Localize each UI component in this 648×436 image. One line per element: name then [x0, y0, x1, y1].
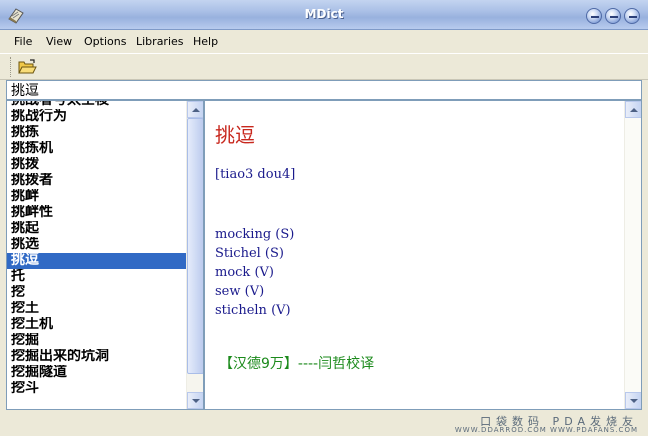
minimize-button[interactable] [586, 8, 602, 24]
word-list-item[interactable]: 挑拣机 [7, 141, 187, 157]
menu-options[interactable]: Options [84, 35, 126, 48]
toolbar-grip[interactable] [10, 57, 13, 77]
maximize-button[interactable] [605, 8, 621, 24]
open-folder-icon [18, 59, 37, 74]
word-list-item[interactable]: 挖土机 [7, 317, 187, 333]
definition-source: 【汉德9万】----闫哲校译 [219, 356, 375, 372]
scroll-down-button[interactable] [625, 392, 641, 409]
word-list-item[interactable]: 挑衅性 [7, 205, 187, 221]
word-list[interactable]: 挑战者号太空梭 挑战行为 挑拣 挑拣机 挑拨 挑拨者 挑衅 挑衅性 挑起 挑选 挑逗托挖挖土 挖土机挖… [6, 100, 204, 410]
toolbar [0, 53, 648, 80]
definition-pinyin: [tiao3 dou4] [215, 167, 296, 182]
definition-translations: mocking (S) Stichel (S) mock (V) sew (V)… [215, 225, 294, 320]
title-bar[interactable]: MDict [0, 0, 648, 30]
word-list-item[interactable]: 挖土 [7, 301, 187, 317]
word-list-items: 挑战者号太空梭 挑战行为 挑拣 挑拣机 挑拨 挑拨者 挑衅 挑衅性 挑起 挑选 挑逗托挖挖土 挖土机挖… [7, 101, 187, 397]
definition-headword: 挑逗 [215, 123, 255, 147]
word-list-item[interactable]: 挑拨者 [7, 173, 187, 189]
word-list-item[interactable]: 托 [7, 269, 187, 285]
scroll-down-button[interactable] [187, 392, 203, 409]
open-folder-button[interactable] [18, 58, 38, 76]
status-bar: 口袋数码 PDA发烧友 WWW.DDARROD.COM WWW.PDAFANS.… [0, 410, 648, 436]
translation-line: sticheln (V) [215, 303, 291, 318]
menu-help[interactable]: Help [193, 35, 218, 48]
translation-line: Stichel (S) [215, 246, 284, 261]
word-list-item[interactable]: 挑逗 [7, 253, 187, 269]
close-button[interactable] [624, 8, 640, 24]
word-list-item[interactable]: 挑拣 [7, 125, 187, 141]
word-list-item[interactable]: 挑选 [7, 237, 187, 253]
word-list-item[interactable]: 挖掘出来的坑洞 [7, 349, 187, 365]
word-list-item[interactable]: 挑战行为 [7, 109, 187, 125]
word-list-item[interactable]: 挑战者号太空梭 [7, 101, 187, 109]
word-list-scrollbar[interactable] [186, 101, 203, 409]
menu-bar: File View Options Libraries Help [0, 30, 648, 52]
definition-scrollbar[interactable] [624, 101, 641, 409]
word-list-item[interactable]: 挖掘 [7, 333, 187, 349]
scroll-up-button[interactable] [187, 101, 203, 118]
translation-line: sew (V) [215, 284, 265, 299]
word-list-item[interactable]: 挖 [7, 285, 187, 301]
scroll-thumb[interactable] [187, 118, 203, 374]
translation-line: mock (V) [215, 265, 274, 280]
watermark-url: WWW.DDARROD.COM WWW.PDAFANS.COM [454, 426, 638, 434]
menu-view[interactable]: View [46, 35, 72, 48]
word-list-item[interactable]: 挖斗 [7, 381, 187, 397]
translation-line: mocking (S) [215, 227, 295, 242]
word-list-item[interactable]: 挑起 [7, 221, 187, 237]
word-list-item[interactable]: 挑拨 [7, 157, 187, 173]
definition-pane[interactable]: 挑逗 [tiao3 dou4] mocking (S) Stichel (S) … [204, 100, 642, 410]
menu-libraries[interactable]: Libraries [136, 35, 184, 48]
search-input[interactable] [6, 80, 642, 100]
window-title: MDict [304, 7, 344, 21]
word-list-item[interactable]: 挖掘隧道 [7, 365, 187, 381]
menu-file[interactable]: File [14, 35, 32, 48]
scroll-up-button[interactable] [625, 101, 641, 118]
word-list-item[interactable]: 挑衅 [7, 189, 187, 205]
